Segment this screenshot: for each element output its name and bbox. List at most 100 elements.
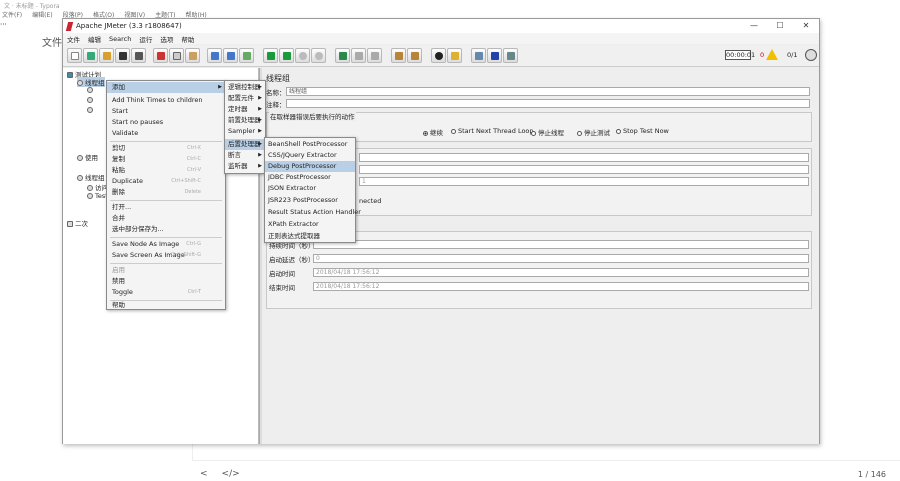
context-item-start[interactable]: Start: [107, 106, 225, 117]
post-json-extractor[interactable]: JSON Extractor: [265, 183, 355, 194]
start-no-pauses-icon[interactable]: [279, 48, 294, 63]
action-stop-thread[interactable]: 停止线程: [531, 127, 564, 137]
context-item-save-selection[interactable]: 选中部分保存为...: [107, 224, 225, 235]
context-item-cut[interactable]: 剪切 Ctrl-X: [107, 143, 225, 154]
context-item-duplicate[interactable]: Duplicate Ctrl+Shift-C: [107, 176, 225, 187]
clear-icon[interactable]: [391, 48, 406, 63]
submenu-logic-controller[interactable]: 逻辑控制器 ▶: [225, 82, 265, 93]
function-helper-icon[interactable]: [471, 48, 486, 63]
menu-run[interactable]: 运行: [139, 34, 152, 44]
tree-node-item[interactable]: 使用: [77, 152, 98, 162]
shutdown-icon[interactable]: [311, 48, 326, 63]
loop-count-input[interactable]: 1: [359, 177, 809, 186]
search-icon[interactable]: [431, 48, 446, 63]
warning-icon[interactable]: [766, 49, 778, 60]
action-continue[interactable]: 继续: [423, 127, 443, 137]
context-item-paste[interactable]: 粘贴 Ctrl-V: [107, 165, 225, 176]
post-jdbc[interactable]: JDBC PostProcessor: [265, 172, 355, 183]
start-icon[interactable]: [263, 48, 278, 63]
open-icon[interactable]: [99, 48, 114, 63]
action-stop-test[interactable]: 停止测试: [577, 127, 610, 137]
clear-all-icon[interactable]: [407, 48, 422, 63]
remote-globe-icon[interactable]: [805, 49, 817, 61]
post-debug[interactable]: Debug PostProcessor: [265, 161, 355, 172]
collapse-icon[interactable]: [223, 48, 238, 63]
logger-icon[interactable]: [503, 48, 518, 63]
end-time-input[interactable]: 2018/04/18 17:56:12: [313, 282, 809, 291]
bg-menu-edit[interactable]: 编辑(E): [32, 10, 52, 20]
context-item-help[interactable]: 帮助: [107, 300, 225, 311]
submenu-assertion[interactable]: 断言 ▶: [225, 150, 265, 161]
radio-icon: [616, 128, 621, 134]
reset-search-icon[interactable]: [447, 48, 462, 63]
menu-file[interactable]: 文件: [67, 34, 80, 44]
duration-input[interactable]: [313, 240, 809, 249]
context-item-disable[interactable]: 禁用: [107, 276, 225, 287]
back-icon[interactable]: <: [200, 469, 208, 479]
context-item-save-screen-image[interactable]: Save Screen As Image Ctrl+Shift-G: [107, 250, 225, 261]
submenu-listener[interactable]: 监听器 ▶: [225, 161, 265, 172]
submenu-pre-processor[interactable]: 前置处理器 ▶: [225, 115, 265, 126]
context-item-add[interactable]: 添加 ▶: [107, 82, 225, 93]
bg-menu-file[interactable]: 文件(F): [2, 10, 22, 20]
save-icon[interactable]: [115, 48, 130, 63]
menu-search[interactable]: Search: [109, 35, 131, 43]
tree-node-item[interactable]: 线程组: [77, 172, 105, 182]
menu-options[interactable]: 选项: [160, 34, 173, 44]
ramp-up-input[interactable]: [359, 165, 809, 174]
remote-start-icon[interactable]: [335, 48, 350, 63]
submenu-config-element[interactable]: 配置元件 ▶: [225, 93, 265, 104]
name-input[interactable]: 线程组: [286, 87, 810, 96]
action-stop-now[interactable]: Stop Test Now: [616, 127, 669, 135]
cut-icon[interactable]: [153, 48, 168, 63]
window-title: Apache JMeter (3.3 r1808647): [76, 22, 182, 30]
save-as-icon[interactable]: [131, 48, 146, 63]
post-beanshell[interactable]: BeanShell PostProcessor: [265, 139, 355, 150]
context-item-save-node-image[interactable]: Save Node As Image Ctrl-G: [107, 239, 225, 250]
context-item-copy[interactable]: 复制 Ctrl-C: [107, 154, 225, 165]
post-css-jquery-extractor[interactable]: CSS/JQuery Extractor: [265, 150, 355, 161]
context-item-merge[interactable]: 合并: [107, 213, 225, 224]
submenu-post-processor[interactable]: 后置处理器 ▶: [225, 139, 265, 150]
templates-icon[interactable]: [83, 48, 98, 63]
context-item-toggle[interactable]: Toggle Ctrl-T: [107, 287, 225, 298]
maximize-button[interactable]: ☐: [767, 19, 793, 33]
tree-node-child[interactable]: [87, 86, 95, 94]
comment-input[interactable]: [286, 99, 810, 108]
context-item-open[interactable]: 打开...: [107, 202, 225, 213]
action-next-loop[interactable]: Start Next Thread Loop: [451, 127, 534, 135]
startup-delay-input[interactable]: 0: [313, 254, 809, 263]
remote-stop-icon[interactable]: [351, 48, 366, 63]
context-item-validate[interactable]: Validate: [107, 128, 225, 139]
start-time-input[interactable]: 2018/04/18 17:56:12: [313, 268, 809, 277]
new-icon[interactable]: [67, 48, 82, 63]
paste-icon[interactable]: [185, 48, 200, 63]
context-item-think-times[interactable]: Add Think Times to children: [107, 95, 225, 106]
post-jsr223[interactable]: JSR223 PostProcessor: [265, 195, 355, 206]
expand-icon[interactable]: [207, 48, 222, 63]
help-icon[interactable]: [487, 48, 502, 63]
post-result-status-handler[interactable]: Result Status Action Handler: [265, 207, 361, 218]
close-button[interactable]: ✕: [793, 19, 819, 33]
stop-icon[interactable]: [295, 48, 310, 63]
threads-input[interactable]: [359, 153, 809, 162]
context-item-delete[interactable]: 删除 Delete: [107, 187, 225, 198]
toggle-icon[interactable]: [239, 48, 254, 63]
context-item-start-no-pauses[interactable]: Start no pauses: [107, 117, 225, 128]
copy-icon[interactable]: [169, 48, 184, 63]
minimize-button[interactable]: —: [741, 19, 767, 33]
menu-help[interactable]: 帮助: [181, 34, 194, 44]
tree-node-item[interactable]: 访问: [87, 182, 108, 192]
tree-node-item[interactable]: Test: [87, 192, 108, 200]
post-regex-extractor[interactable]: 正则表达式提取器: [265, 231, 355, 242]
submenu-sampler[interactable]: Sampler ▶: [225, 126, 265, 137]
post-xpath-extractor[interactable]: XPath Extractor: [265, 219, 355, 230]
context-item-enable[interactable]: 启用: [107, 265, 225, 276]
tree-node-child[interactable]: [87, 106, 95, 114]
tree-node-child[interactable]: [87, 96, 95, 104]
tree-node-item[interactable]: 二次: [67, 218, 88, 228]
menu-edit[interactable]: 编辑: [88, 34, 101, 44]
remote-shutdown-icon[interactable]: [367, 48, 382, 63]
source-code-icon[interactable]: </>: [222, 469, 240, 479]
submenu-timer[interactable]: 定时器 ▶: [225, 104, 265, 115]
